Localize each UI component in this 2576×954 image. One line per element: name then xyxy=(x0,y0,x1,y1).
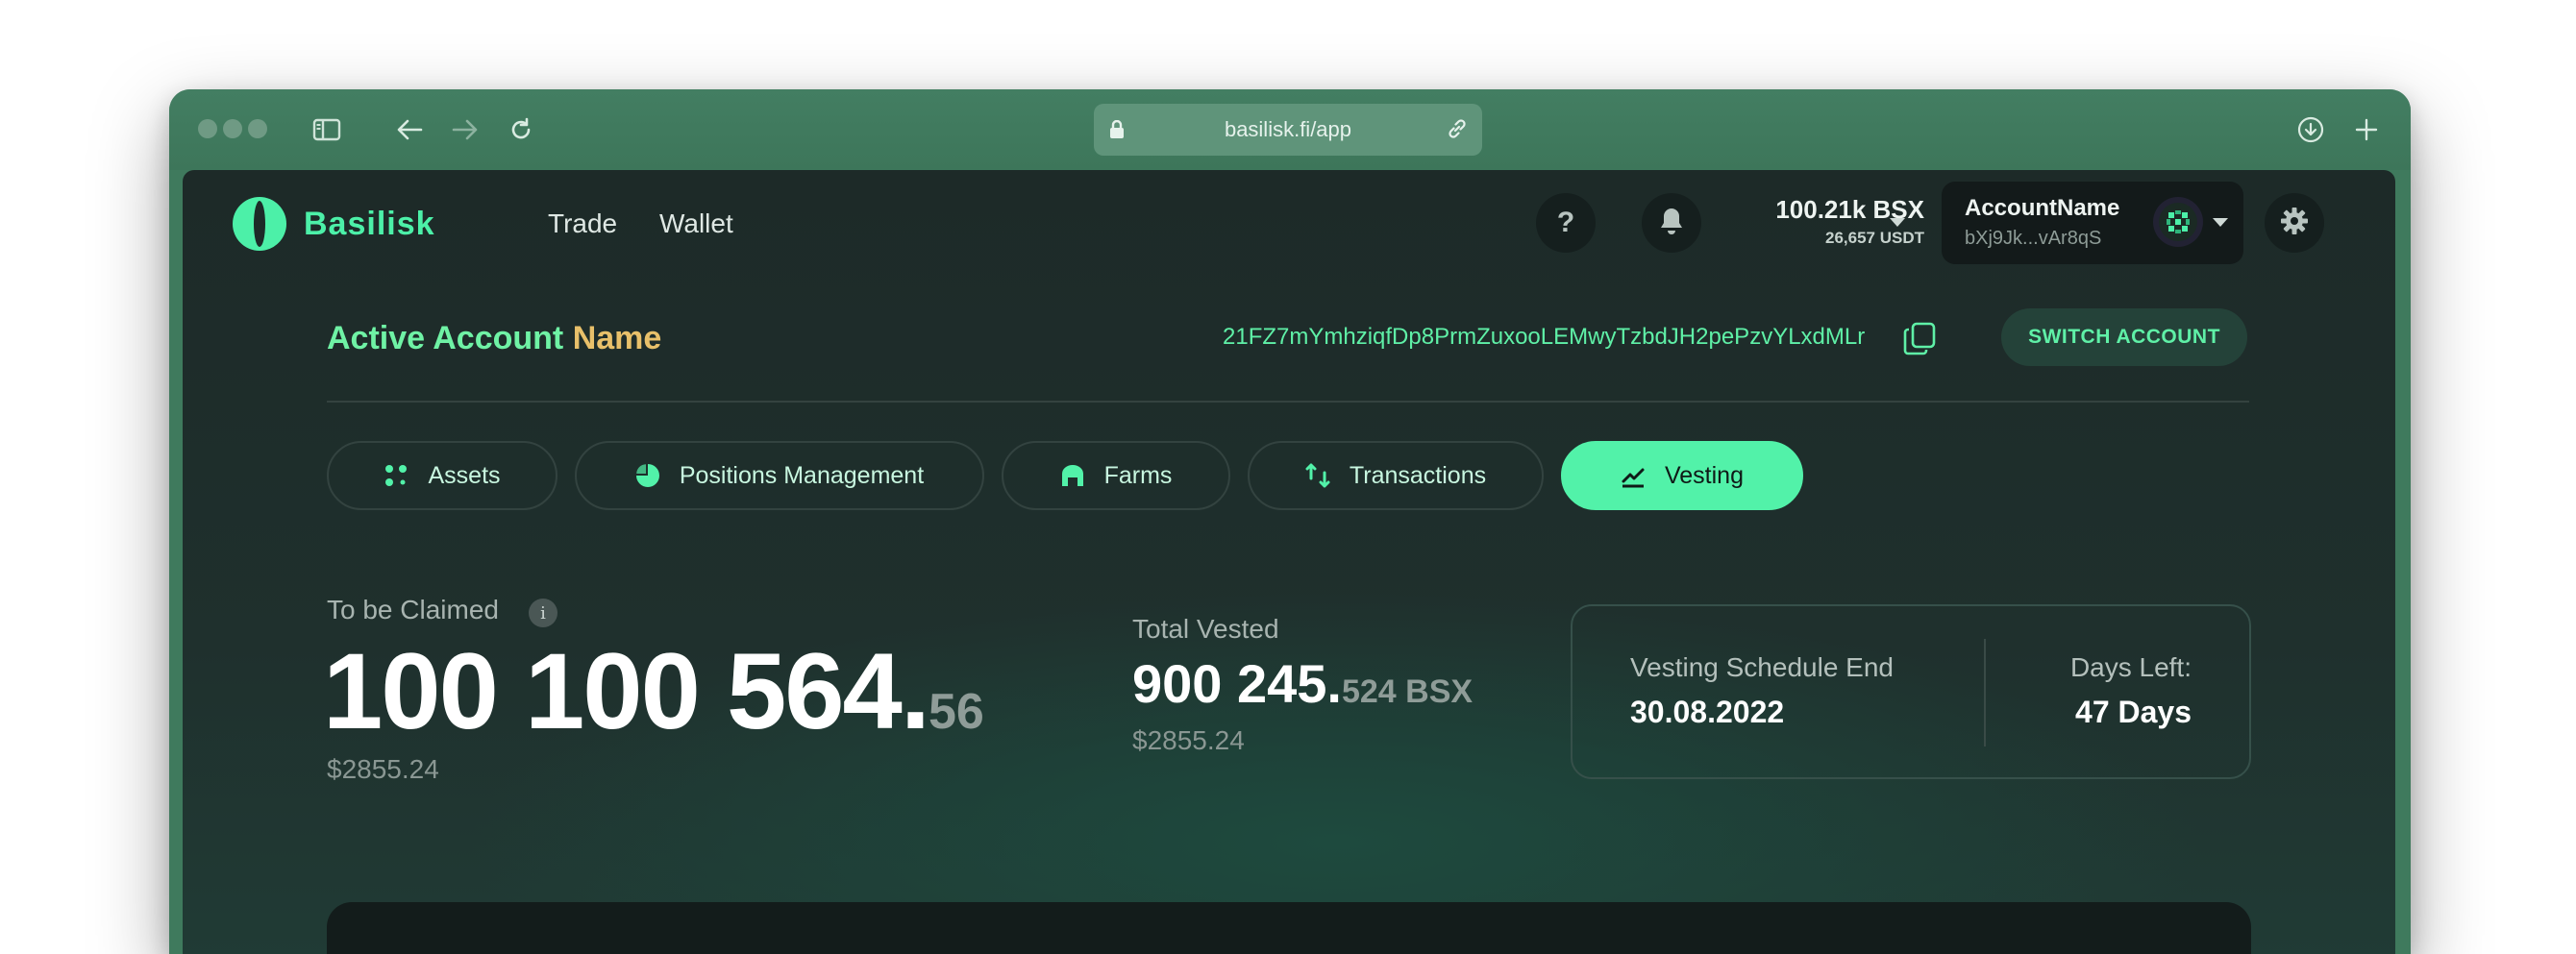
forward-arrow-icon[interactable] xyxy=(448,110,483,149)
tab-transactions-label: Transactions xyxy=(1349,461,1487,489)
url-text: basilisk.fi/app xyxy=(1224,117,1352,141)
browser-titlebar: basilisk.fi/app xyxy=(169,89,2411,170)
tab-transactions[interactable]: Transactions xyxy=(1248,441,1544,510)
page-title: Active Account Name xyxy=(327,320,661,357)
reload-icon[interactable] xyxy=(504,110,538,149)
settings-button[interactable] xyxy=(2265,193,2324,253)
address-bar[interactable]: basilisk.fi/app xyxy=(1094,104,1482,156)
to-be-claimed-label: To be Claimed xyxy=(327,595,499,624)
lock-icon xyxy=(1109,119,1125,144)
dots-icon xyxy=(384,463,409,488)
info-icon[interactable]: i xyxy=(529,599,557,627)
logo-text: Basilisk xyxy=(304,205,435,242)
vesting-details-card xyxy=(327,902,2251,954)
total-vested-label: Total Vested xyxy=(1132,614,1279,644)
account-name: AccountName xyxy=(1965,195,2120,221)
app-viewport: Basilisk Trade Wallet ? 100.21k BSX 26,6… xyxy=(183,170,2395,954)
farm-icon xyxy=(1060,463,1085,488)
tab-farms-label: Farms xyxy=(1103,461,1173,489)
header-divider xyxy=(327,401,2249,403)
tab-vesting-label: Vesting xyxy=(1664,461,1744,489)
nav-link-wallet[interactable]: Wallet xyxy=(659,208,733,239)
help-icon: ? xyxy=(1556,207,1575,238)
top-navigation: Basilisk Trade Wallet ? 100.21k BSX 26,6… xyxy=(183,170,2395,278)
claim-amount-whole: 100 100 564. xyxy=(323,631,930,751)
basilisk-logo-icon xyxy=(233,197,286,251)
tab-vesting[interactable]: Vesting xyxy=(1561,441,1803,510)
minimize-window-button[interactable] xyxy=(223,119,242,138)
tab-assets[interactable]: Assets xyxy=(327,441,557,510)
transfer-icon xyxy=(1305,463,1330,488)
balance-usdt: 26,657 USDT xyxy=(1825,229,1924,247)
tab-farms[interactable]: Farms xyxy=(1002,441,1230,510)
vested-usd-value: $2855.24 xyxy=(1132,725,1245,755)
tab-positions-management[interactable]: Positions Management xyxy=(575,441,984,510)
share-link-icon[interactable] xyxy=(1446,117,1469,145)
download-icon[interactable] xyxy=(2293,110,2328,149)
claim-usd-value: $2855.24 xyxy=(327,754,439,784)
claim-amount: 100 100 564.56 xyxy=(323,629,984,753)
nav-link-trade[interactable]: Trade xyxy=(548,208,617,239)
title-active-account: Active Account xyxy=(327,320,564,356)
switch-account-button[interactable]: SWITCH ACCOUNT xyxy=(2001,308,2247,366)
close-window-button[interactable] xyxy=(198,119,217,138)
copy-icon[interactable] xyxy=(1901,320,1938,361)
maximize-window-button[interactable] xyxy=(248,119,267,138)
days-left-label: Days Left: xyxy=(2069,652,2192,682)
browser-window: basilisk.fi/app Basilisk Trade Wallet ? xyxy=(169,89,2411,954)
new-tab-icon[interactable] xyxy=(2349,110,2384,149)
bell-icon xyxy=(1659,207,1684,240)
schedule-end-date: 30.08.2022 xyxy=(1630,695,1785,729)
account-selector[interactable]: AccountName bXj9Jk...vAr8qS xyxy=(1942,182,2243,264)
claim-amount-decimals: 56 xyxy=(928,684,984,740)
account-short-address: bXj9Jk...vAr8qS xyxy=(1965,228,2102,249)
chart-trend-icon xyxy=(1621,463,1646,488)
vested-amount-whole: 900 245. xyxy=(1132,653,1342,714)
pie-icon xyxy=(635,463,660,488)
account-dropdown-icon xyxy=(2213,218,2228,227)
gear-icon xyxy=(2280,207,2309,240)
days-left-value: 47 Days xyxy=(2075,695,2192,729)
balance-dropdown-icon[interactable] xyxy=(1890,218,1905,227)
title-name: Name xyxy=(572,320,662,356)
account-full-address: 21FZ7mYmhziqfDp8PrmZuxooLEMwyTzbdJH2pePz… xyxy=(1223,324,1866,350)
tab-positions-label: Positions Management xyxy=(679,461,925,489)
back-arrow-icon[interactable] xyxy=(392,110,427,149)
account-header: Active Account Name 21FZ7mYmhziqfDp8PrmZ… xyxy=(327,306,2249,370)
schedule-divider xyxy=(1984,639,1986,746)
sidebar-toggle-icon[interactable] xyxy=(310,110,344,149)
basilisk-logo[interactable]: Basilisk xyxy=(233,197,435,251)
help-button[interactable]: ? xyxy=(1536,193,1596,253)
avatar xyxy=(2153,197,2203,247)
notifications-button[interactable] xyxy=(1642,193,1701,253)
tab-assets-label: Assets xyxy=(428,461,501,489)
vesting-schedule-card: Vesting Schedule End 30.08.2022 Days Lef… xyxy=(1571,604,2251,779)
vested-amount-decimals: 524 BSX xyxy=(1341,673,1474,710)
total-vested-amount: 900 245.524 BSX xyxy=(1132,652,1473,715)
schedule-end-label: Vesting Schedule End xyxy=(1630,652,1894,682)
